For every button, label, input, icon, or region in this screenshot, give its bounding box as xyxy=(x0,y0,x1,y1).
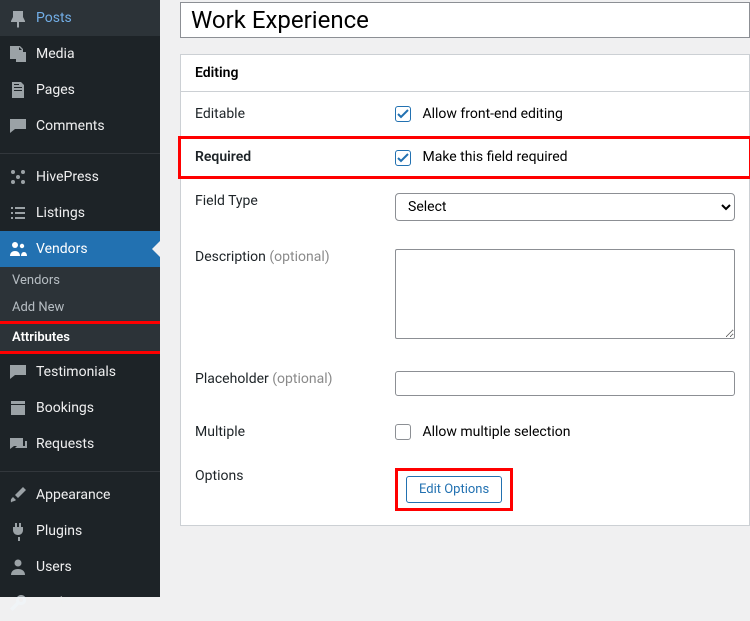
menu-hivepress[interactable]: HivePress xyxy=(0,159,160,195)
menu-label: Testimonials xyxy=(36,364,116,380)
edit-options-button[interactable]: Edit Options xyxy=(406,476,502,503)
menu-label: Users xyxy=(36,559,72,575)
field-required: Required Make this field required xyxy=(178,136,750,178)
thumbtack-icon xyxy=(8,8,28,28)
menu-plugins[interactable]: Plugins xyxy=(0,513,160,549)
hivepress-icon xyxy=(8,167,28,187)
menu-label: Tools xyxy=(36,595,70,611)
menu-users[interactable]: Users xyxy=(0,549,160,585)
menu-separator xyxy=(0,467,160,472)
menu-vendors[interactable]: Vendors xyxy=(0,231,160,267)
main-content: Editing Editable Allow front-end editing… xyxy=(160,0,750,597)
field-options: Options Edit Options xyxy=(181,454,749,525)
menu-pages[interactable]: Pages xyxy=(0,72,160,108)
menu-label: Requests xyxy=(36,436,94,452)
field-multiple: Multiple Allow multiple selection xyxy=(181,410,749,454)
testimonial-icon xyxy=(8,362,28,382)
field-placeholder: Placeholder (optional) xyxy=(181,357,749,410)
admin-sidebar: Posts Media Pages Comments HivePress Lis… xyxy=(0,0,160,597)
editable-label: Editable xyxy=(195,106,395,122)
submenu-attributes[interactable]: Attributes xyxy=(0,321,163,354)
multiple-checkbox[interactable] xyxy=(395,424,411,440)
multiple-label: Multiple xyxy=(195,424,395,440)
menu-testimonials[interactable]: Testimonials xyxy=(0,354,160,390)
field-fieldtype: Field Type Select xyxy=(181,179,749,235)
required-label: Required xyxy=(195,149,395,165)
editable-cbtext: Allow front-end editing xyxy=(422,106,562,122)
menu-tools[interactable]: Tools xyxy=(0,585,160,621)
menu-label: Pages xyxy=(36,82,75,98)
menu-appearance[interactable]: Appearance xyxy=(0,477,160,513)
required-cbtext: Make this field required xyxy=(422,149,567,165)
menu-label: Listings xyxy=(36,205,85,221)
menu-media[interactable]: Media xyxy=(0,36,160,72)
description-textarea[interactable] xyxy=(395,249,735,339)
field-editable: Editable Allow front-end editing xyxy=(181,92,749,136)
wrench-icon xyxy=(8,593,28,613)
menu-label: Bookings xyxy=(36,400,94,416)
menu-label: Media xyxy=(36,46,75,62)
menu-separator xyxy=(0,149,160,154)
submenu-vendors: Vendors Add New Attributes xyxy=(0,267,160,354)
menu-label: Plugins xyxy=(36,523,82,539)
editing-panel: Editing Editable Allow front-end editing… xyxy=(180,54,750,526)
description-label: Description (optional) xyxy=(195,249,395,265)
field-description: Description (optional) xyxy=(181,235,749,357)
fieldtype-select[interactable]: Select xyxy=(395,193,735,221)
multiple-cbtext: Allow multiple selection xyxy=(422,424,570,440)
plug-icon xyxy=(8,521,28,541)
comments-icon xyxy=(8,116,28,136)
menu-label: Appearance xyxy=(36,487,110,503)
pages-icon xyxy=(8,80,28,100)
requests-icon xyxy=(8,434,28,454)
menu-label: Posts xyxy=(36,10,72,26)
media-icon xyxy=(8,44,28,64)
required-checkbox[interactable] xyxy=(395,150,411,166)
title-input[interactable] xyxy=(180,2,750,38)
menu-comments[interactable]: Comments xyxy=(0,108,160,144)
editable-checkbox[interactable] xyxy=(395,106,411,122)
menu-label: HivePress xyxy=(36,169,99,185)
options-highlight: Edit Options xyxy=(395,468,513,511)
list-icon xyxy=(8,203,28,223)
users-icon xyxy=(8,239,28,259)
fieldtype-label: Field Type xyxy=(195,193,395,209)
menu-requests[interactable]: Requests xyxy=(0,426,160,462)
user-icon xyxy=(8,557,28,577)
options-label: Options xyxy=(195,468,395,484)
menu-label: Comments xyxy=(36,118,105,134)
placeholder-label: Placeholder (optional) xyxy=(195,371,395,387)
placeholder-input[interactable] xyxy=(395,371,735,396)
calendar-icon xyxy=(8,398,28,418)
submenu-add-new[interactable]: Add New xyxy=(0,294,160,321)
menu-label: Vendors xyxy=(36,241,88,257)
menu-listings[interactable]: Listings xyxy=(0,195,160,231)
menu-posts[interactable]: Posts xyxy=(0,0,160,36)
brush-icon xyxy=(8,485,28,505)
panel-heading: Editing xyxy=(181,55,749,92)
menu-bookings[interactable]: Bookings xyxy=(0,390,160,426)
submenu-vendors-list[interactable]: Vendors xyxy=(0,267,160,294)
